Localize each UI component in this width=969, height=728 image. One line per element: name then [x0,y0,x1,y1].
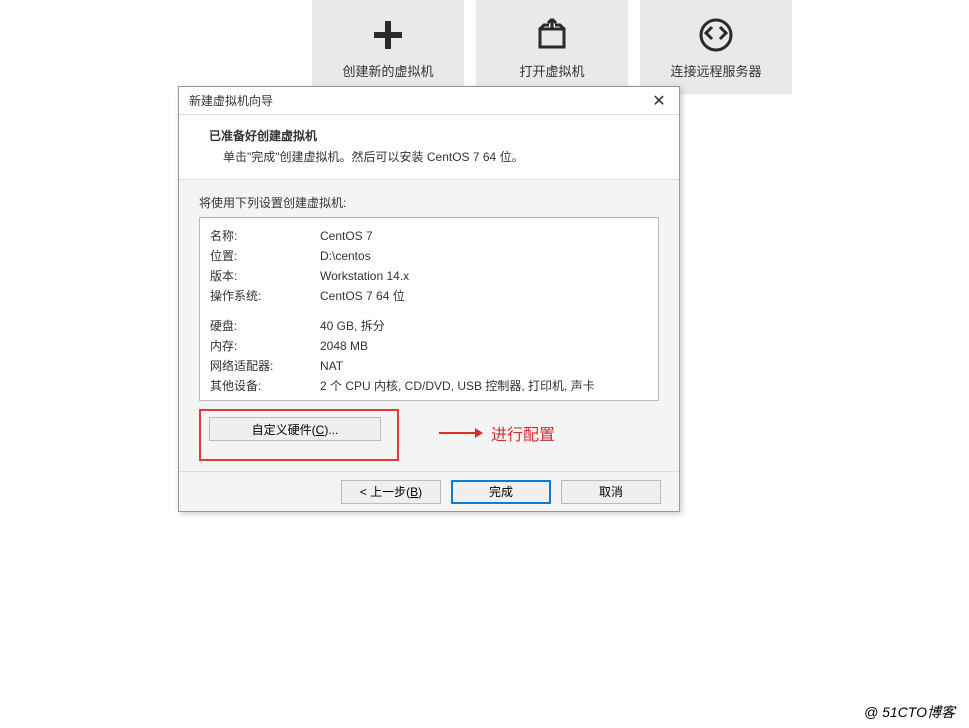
card-new-vm[interactable]: 创建新的虚拟机 [312,0,464,94]
setting-value: Workstation 14.x [320,266,648,286]
setting-row: 内存:2048 MB [210,336,648,356]
back-button[interactable]: < 上一步(B) [341,480,441,504]
setting-key: 其他设备: [210,376,320,396]
setting-row: 操作系统:CentOS 7 64 位 [210,286,648,306]
btn-suffix: )... [324,423,338,437]
setting-key: 版本: [210,266,320,286]
card-label: 打开虚拟机 [519,61,584,80]
settings-summary-box: 名称:CentOS 7 位置:D:\centos 版本:Workstation … [199,217,659,401]
action-card-row: 创建新的虚拟机 打开虚拟机 连接远程服务器 [312,0,792,94]
setting-value: D:\centos [320,246,648,266]
setting-key: 操作系统: [210,286,320,306]
btn-prefix: 自定义硬件( [252,423,316,437]
new-vm-wizard-dialog: 新建虚拟机向导 ✕ 已准备好创建虚拟机 单击"完成"创建虚拟机。然后可以安装 C… [178,86,680,512]
setting-row: 版本:Workstation 14.x [210,266,648,286]
setting-value: CentOS 7 [320,226,648,246]
btn-prefix: < 上一步( [360,485,410,499]
dialog-heading: 已准备好创建虚拟机 [209,127,661,144]
setting-value: CentOS 7 64 位 [320,286,648,306]
setting-key: 名称: [210,226,320,246]
close-icon: ✕ [652,91,665,111]
setting-row: 名称:CentOS 7 [210,226,648,246]
btn-hotkey: B [410,485,418,499]
card-connect-remote[interactable]: 连接远程服务器 [640,0,792,94]
card-open-vm[interactable]: 打开虚拟机 [476,0,628,94]
setting-value: 2 个 CPU 内核, CD/DVD, USB 控制器, 打印机, 声卡 [320,376,648,396]
settings-intro: 将使用下列设置创建虚拟机: [199,194,659,211]
setting-value: 2048 MB [320,336,648,356]
watermark: @ 51CTO博客 [864,702,955,722]
remote-arrows-icon [698,15,734,55]
finish-button[interactable]: 完成 [451,480,551,504]
customize-hardware-button[interactable]: 自定义硬件(C)... [209,417,381,441]
highlight-annotation-box: 自定义硬件(C)... [199,409,399,461]
dialog-body: 将使用下列设置创建虚拟机: 名称:CentOS 7 位置:D:\centos 版… [179,180,679,471]
dialog-footer: < 上一步(B) 完成 取消 [179,471,679,511]
cancel-button[interactable]: 取消 [561,480,661,504]
dialog-title: 新建虚拟机向导 [189,92,273,109]
setting-key: 位置: [210,246,320,266]
plus-icon [370,15,406,55]
dialog-header: 已准备好创建虚拟机 单击"完成"创建虚拟机。然后可以安装 CentOS 7 64… [179,115,679,180]
setting-key: 硬盘: [210,316,320,336]
setting-value: NAT [320,356,648,376]
arrow-right-icon [439,426,483,440]
card-label: 创建新的虚拟机 [342,61,433,80]
dialog-subheading: 单击"完成"创建虚拟机。然后可以安装 CentOS 7 64 位。 [209,148,661,165]
setting-row: 其他设备:2 个 CPU 内核, CD/DVD, USB 控制器, 打印机, 声… [210,376,648,396]
setting-key: 网络适配器: [210,356,320,376]
arrow-annotation: 进行配置 [439,421,555,445]
setting-row: 硬盘:40 GB, 拆分 [210,316,648,336]
setting-row: 位置:D:\centos [210,246,648,266]
setting-key: 内存: [210,336,320,356]
annotation-text: 进行配置 [491,421,555,445]
open-box-icon [534,15,570,55]
card-label: 连接远程服务器 [670,61,761,80]
setting-value: 40 GB, 拆分 [320,316,648,336]
close-button[interactable]: ✕ [639,87,679,115]
btn-suffix: ) [418,485,422,499]
dialog-titlebar: 新建虚拟机向导 ✕ [179,87,679,115]
setting-row: 网络适配器:NAT [210,356,648,376]
